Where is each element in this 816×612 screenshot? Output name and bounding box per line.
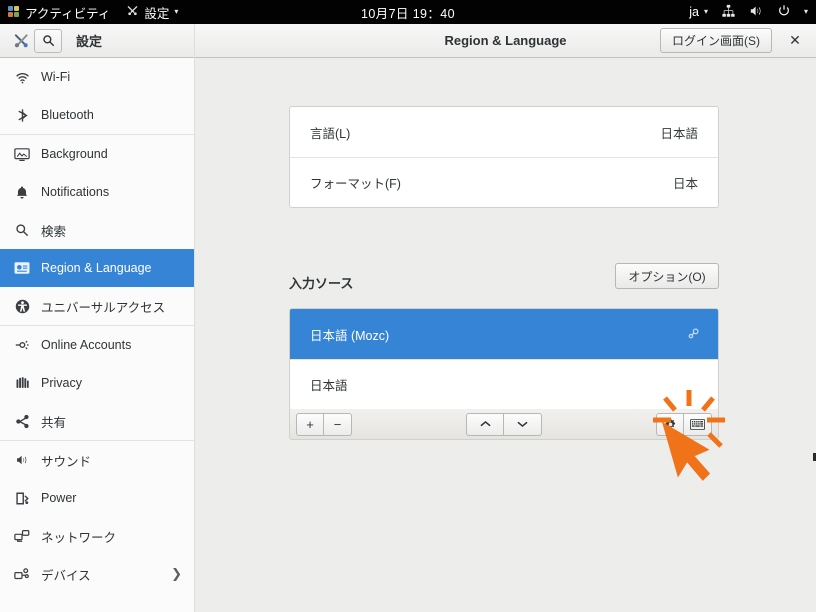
search-icon: [9, 223, 35, 237]
online-accounts-icon: [9, 338, 35, 352]
remove-input-source-button[interactable]: −: [324, 412, 352, 436]
language-row[interactable]: 言語(L) 日本語: [290, 107, 718, 157]
add-remove-group: + −: [296, 412, 352, 436]
input-sources-toolbar: + −: [289, 409, 719, 440]
keyboard-layout-label: ja: [689, 5, 699, 19]
sidebar-item-label: Power: [41, 491, 77, 505]
sidebar-item-label: Background: [41, 147, 108, 161]
sidebar-item-power[interactable]: Power: [0, 479, 194, 517]
sidebar-item-label: Bluetooth: [41, 108, 94, 122]
sidebar-item-label: Online Accounts: [41, 338, 132, 352]
close-icon[interactable]: ✕: [787, 32, 803, 49]
sidebar-item-online-accounts[interactable]: Online Accounts: [0, 326, 194, 364]
format-row-label: フォーマット(F): [310, 177, 401, 191]
preferences-icon[interactable]: [686, 327, 700, 341]
sidebar-item-label: 共有: [41, 415, 67, 430]
input-sources-list[interactable]: 日本語 (Mozc) 日本語: [289, 308, 719, 410]
privacy-hand-icon: [9, 376, 35, 391]
header-sidebar-section: 設定: [0, 23, 195, 58]
input-source-row-japanese[interactable]: 日本語: [290, 359, 718, 409]
sidebar-item-label: 検索: [41, 224, 67, 239]
options-button[interactable]: オプション(O): [615, 263, 719, 289]
sidebar-item-label: Region & Language: [41, 261, 152, 275]
sidebar-item-bluetooth[interactable]: Bluetooth: [0, 96, 194, 134]
sidebar-item-[interactable]: デバイス ❯: [0, 555, 194, 593]
network-icon: [9, 529, 35, 543]
network-wired-icon[interactable]: [721, 4, 736, 21]
sidebar-item-label: サウンド: [41, 454, 92, 469]
region-language-panel: 言語(L) 日本語 フォーマット(F) 日本 入力ソース オプション(O) 日本…: [196, 58, 816, 612]
input-source-row-mozc[interactable]: 日本語 (Mozc): [290, 309, 718, 359]
sidebar-item-background[interactable]: Background: [0, 135, 194, 173]
search-button[interactable]: [34, 28, 62, 53]
sidebar-item-[interactable]: サウンド: [0, 441, 194, 479]
header-content-section: Region & Language ログイン画面(S) ✕: [195, 24, 816, 58]
gnome-top-bar: アクティビティ 設定 ▾ 10月7日 19：40 ja ▾ ▾: [0, 0, 816, 24]
tools-icon[interactable]: [8, 32, 34, 49]
sidebar-item-label: デバイス: [41, 568, 91, 583]
devices-icon: [9, 567, 35, 581]
input-source-label: 日本語: [310, 379, 348, 393]
sidebar-item-[interactable]: ネットワーク: [0, 517, 194, 555]
window-header-bar: 設定 Region & Language ログイン画面(S) ✕: [0, 23, 816, 58]
sidebar-item-privacy[interactable]: Privacy: [0, 364, 194, 402]
input-sources-heading: 入力ソース: [289, 276, 354, 291]
sharing-icon: [9, 414, 35, 429]
language-row-label: 言語(L): [310, 126, 351, 141]
bell-icon: [9, 185, 35, 200]
background-icon: [9, 147, 35, 162]
gear-icon[interactable]: [656, 412, 684, 436]
sidebar-item-label: Wi-Fi: [41, 70, 71, 84]
settings-sidebar[interactable]: Wi-Fi Bluetooth Background Notifications 検索 R…: [0, 58, 195, 612]
universal-access-icon: [9, 299, 35, 314]
sidebar-item-label: ネットワーク: [41, 530, 117, 545]
sidebar-title: 設定: [76, 34, 103, 49]
region-language-icon: [9, 261, 35, 275]
power-battery-icon: [9, 491, 35, 506]
move-up-button[interactable]: [466, 412, 504, 436]
settings-window: 設定 Region & Language ログイン画面(S) ✕ Wi-Fi Bl…: [0, 23, 816, 612]
sidebar-item-region-language[interactable]: Region & Language: [0, 249, 194, 287]
sidebar-item-[interactable]: ユニバーサルアクセス: [0, 287, 194, 325]
wifi-icon: [9, 70, 35, 85]
power-icon[interactable]: [777, 4, 791, 21]
sidebar-item-wi-fi[interactable]: Wi-Fi: [0, 58, 194, 96]
sidebar-item-label: ユニバーサルアクセス: [41, 300, 166, 315]
system-menu-caret-icon[interactable]: ▾: [804, 8, 808, 16]
preview-group: [656, 412, 712, 436]
bluetooth-icon: [9, 108, 35, 123]
format-row[interactable]: フォーマット(F) 日本: [290, 157, 718, 207]
format-row-value: 日本: [672, 177, 698, 191]
move-group: [466, 412, 542, 436]
input-source-label: 日本語 (Mozc): [310, 328, 390, 343]
keyboard-layout-menu[interactable]: ja ▾: [689, 5, 708, 19]
keyboard-icon[interactable]: [684, 412, 712, 436]
move-down-button[interactable]: [504, 412, 542, 436]
language-row-value: 日本語: [660, 126, 698, 141]
sound-icon: [9, 453, 35, 467]
sidebar-item-notifications[interactable]: Notifications: [0, 173, 194, 211]
add-input-source-button[interactable]: +: [296, 412, 324, 436]
sidebar-item-label: Privacy: [41, 376, 82, 390]
login-screen-button[interactable]: ログイン画面(S): [660, 28, 772, 53]
keyboard-layout-caret-icon: ▾: [703, 7, 708, 16]
language-format-card: 言語(L) 日本語 フォーマット(F) 日本: [289, 106, 719, 208]
chevron-right-icon: ❯: [171, 566, 182, 581]
sidebar-item-label: Notifications: [41, 185, 110, 199]
sidebar-item-[interactable]: 検索: [0, 211, 194, 249]
sidebar-item-[interactable]: 共有: [0, 402, 194, 440]
volume-icon[interactable]: [749, 4, 764, 21]
